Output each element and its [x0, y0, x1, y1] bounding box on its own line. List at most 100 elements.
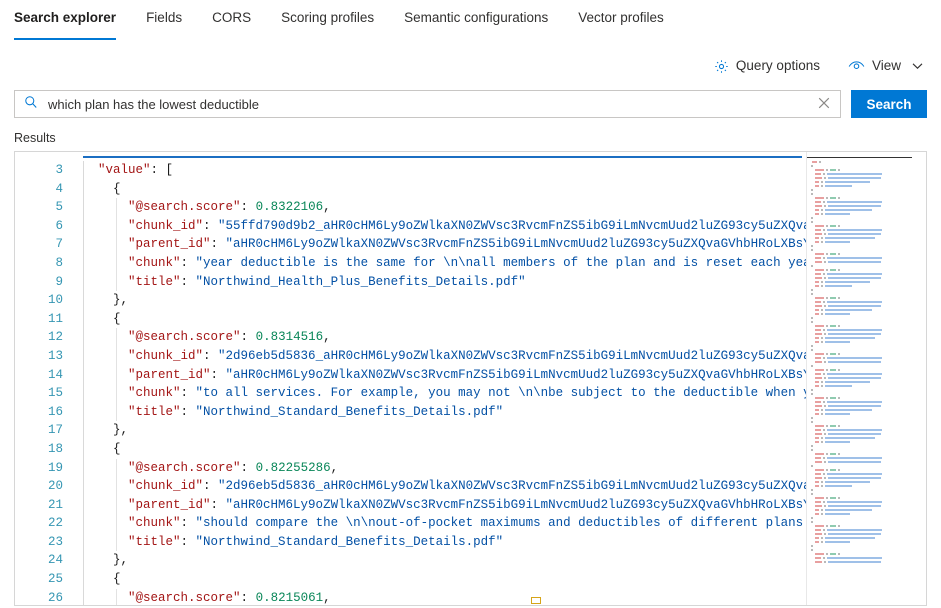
- code-line: 16 "title": "Northwind_Standard_Benefits…: [15, 402, 926, 422]
- code-line: 15 "chunk": "to all services. For exampl…: [15, 384, 926, 403]
- eye-icon: [848, 60, 865, 73]
- line-number: 21: [47, 497, 63, 512]
- minimap-line: [807, 560, 926, 564]
- code-line-content: "chunk_id": "55ffd790d9b2_aHR0cHM6Ly9oZW…: [71, 216, 926, 236]
- code-line-content: "@search.score": 0.8215061,: [71, 588, 926, 605]
- code-lines-container[interactable]: 3 "value": [4 {5 "@search.score": 0.8322…: [15, 152, 926, 605]
- line-number: 23: [47, 534, 63, 549]
- code-line: 7 "parent_id": "aHR0cHM6Ly9oZWlkaXN0ZWVs…: [15, 235, 926, 254]
- line-number: 11: [47, 311, 63, 326]
- code-line: 21 "parent_id": "aHR0cHM6Ly9oZWlkaXN0ZWV…: [15, 495, 926, 515]
- code-line: 26 "@search.score": 0.8215061,: [15, 588, 926, 605]
- line-number: 8: [55, 255, 63, 270]
- code-line-content: "title": "Northwind_Standard_Benefits_De…: [71, 402, 926, 422]
- code-line-content: },: [71, 551, 926, 571]
- code-line-content: "@search.score": 0.8314516,: [71, 328, 926, 347]
- code-line: 10 },: [15, 291, 926, 310]
- line-number: 19: [47, 460, 63, 475]
- code-line: 19 "@search.score": 0.82255286,: [15, 458, 926, 478]
- line-number: 15: [47, 386, 63, 401]
- line-number: 13: [47, 348, 63, 363]
- code-line: 13 "chunk_id": "2d96eb5d5836_aHR0cHM6Ly9…: [15, 346, 926, 366]
- line-number: 16: [47, 404, 63, 419]
- code-line-content: "chunk": "year deductible is the same fo…: [71, 253, 926, 273]
- code-line-content: "value": [: [71, 161, 926, 180]
- search-submit-button[interactable]: Search: [851, 90, 927, 118]
- code-line-content: },: [71, 291, 926, 310]
- code-line-content: "parent_id": "aHR0cHM6Ly9oZWlkaXN0ZWVsc3…: [71, 235, 926, 254]
- line-number: 3: [55, 163, 63, 177]
- code-line-content: "chunk": "to all services. For example, …: [71, 384, 926, 403]
- search-row: Search: [0, 90, 941, 118]
- code-line: 18 {: [15, 439, 926, 459]
- line-number: 25: [47, 572, 63, 587]
- line-number: 10: [47, 293, 63, 308]
- code-line: 17 },: [15, 421, 926, 440]
- results-label: Results: [14, 131, 56, 145]
- code-line-content: "chunk_id": "2d96eb5d5836_aHR0cHM6Ly9oZW…: [71, 477, 926, 496]
- code-line-content: "@search.score": 0.8322106,: [71, 198, 926, 217]
- editor-top-accent: [83, 156, 802, 158]
- tab-bar: Search explorer Fields CORS Scoring profile…: [0, 0, 941, 40]
- line-number: 18: [47, 441, 63, 456]
- code-line: 24 },: [15, 551, 926, 571]
- tab-fields[interactable]: Fields: [146, 0, 182, 36]
- code-line: 8 "chunk": "year deductible is the same …: [15, 253, 926, 273]
- view-button[interactable]: View: [848, 58, 923, 74]
- gear-icon: [714, 59, 729, 74]
- tab-vector-profiles[interactable]: Vector profiles: [578, 0, 664, 36]
- code-line: 14 "parent_id": "aHR0cHM6Ly9oZWlkaXN0ZWV…: [15, 365, 926, 385]
- results-json-editor[interactable]: 3 "value": [4 {5 "@search.score": 0.8322…: [14, 151, 927, 606]
- search-box[interactable]: [14, 90, 841, 118]
- minimap-slider[interactable]: [807, 157, 912, 158]
- code-line-content: {: [71, 570, 926, 589]
- code-line: 9 "title": "Northwind_Health_Plus_Benefi…: [15, 272, 926, 292]
- code-line: 4 {: [15, 179, 926, 199]
- search-input[interactable]: [48, 96, 812, 112]
- code-line-content: {: [71, 439, 926, 459]
- line-number: 17: [47, 423, 63, 438]
- line-number: 22: [47, 516, 63, 531]
- code-line: 25 {: [15, 570, 926, 589]
- line-number: 7: [55, 237, 63, 252]
- line-number: 26: [47, 590, 63, 605]
- code-line: 23 "title": "Northwind_Standard_Benefits…: [15, 532, 926, 552]
- tab-scoring-profiles[interactable]: Scoring profiles: [281, 0, 374, 36]
- line-number: 9: [55, 274, 63, 289]
- tab-search-explorer[interactable]: Search explorer: [14, 0, 117, 40]
- code-line: 22 "chunk": "should compare the \n\nout-…: [15, 514, 926, 533]
- query-options-label: Query options: [735, 58, 820, 73]
- tab-cors[interactable]: CORS: [212, 0, 251, 36]
- code-line-content: "parent_id": "aHR0cHM6Ly9oZWlkaXN0ZWVsc3…: [71, 365, 926, 385]
- line-number: 24: [47, 553, 63, 568]
- line-number: 4: [55, 181, 63, 196]
- code-line: 3 "value": [: [15, 161, 926, 180]
- code-line-content: {: [71, 179, 926, 199]
- code-line: 20 "chunk_id": "2d96eb5d5836_aHR0cHM6Ly9…: [15, 477, 926, 496]
- line-number: 12: [47, 330, 63, 345]
- code-minimap[interactable]: [806, 152, 926, 605]
- chevron-down-icon: [912, 62, 923, 70]
- line-number: 14: [47, 367, 63, 382]
- code-line: 6 "chunk_id": "55ffd790d9b2_aHR0cHM6Ly9o…: [15, 216, 926, 236]
- code-line-content: "title": "Northwind_Health_Plus_Benefits…: [71, 272, 926, 292]
- tab-semantic-configurations[interactable]: Semantic configurations: [404, 0, 548, 36]
- code-line: 5 "@search.score": 0.8322106,: [15, 198, 926, 217]
- command-bar: Query options View: [0, 48, 941, 84]
- query-options-button[interactable]: Query options: [714, 58, 820, 74]
- horizontal-scrollbar-thumb[interactable]: [531, 597, 541, 604]
- code-line: 11 {: [15, 309, 926, 329]
- code-line-content: },: [71, 421, 926, 440]
- code-line-content: "@search.score": 0.82255286,: [71, 458, 926, 478]
- code-line-content: "parent_id": "aHR0cHM6Ly9oZWlkaXN0ZWVsc3…: [71, 495, 926, 515]
- code-line-content: "title": "Northwind_Standard_Benefits_De…: [71, 532, 926, 552]
- line-number: 5: [55, 200, 63, 215]
- code-line-content: {: [71, 309, 926, 329]
- code-line-content: "chunk": "should compare the \n\nout-of-…: [71, 514, 926, 533]
- code-line-content: "chunk_id": "2d96eb5d5836_aHR0cHM6Ly9oZW…: [71, 346, 926, 366]
- code-line: 12 "@search.score": 0.8314516,: [15, 328, 926, 347]
- clear-x-icon: [818, 97, 830, 112]
- line-number: 6: [55, 218, 63, 233]
- clear-search-button[interactable]: [812, 92, 836, 116]
- magnifier-icon: [24, 95, 38, 114]
